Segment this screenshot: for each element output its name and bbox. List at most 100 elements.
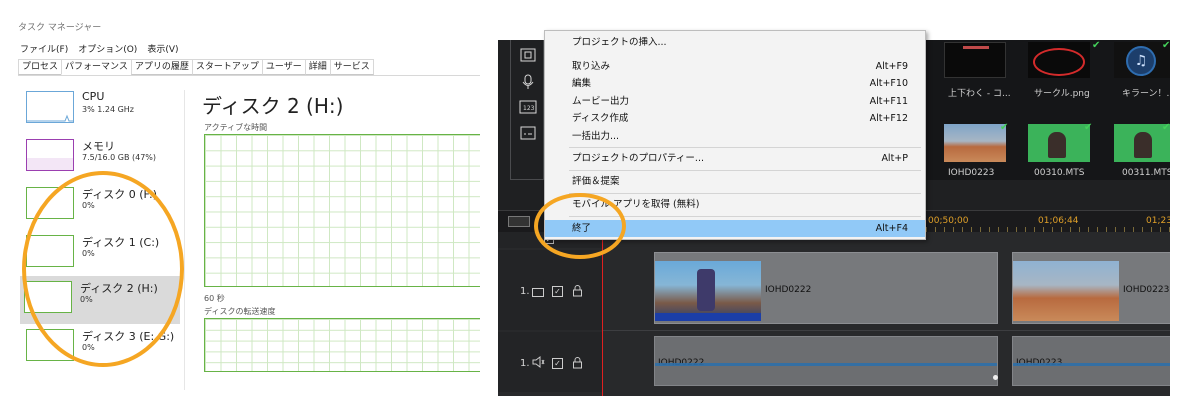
media-label: 00311.MTS: [1122, 168, 1170, 178]
media-library: 上下わく - コ... ✔ サークル.png ♫ ✔ キラーン！.mp3 ✔ I…: [926, 40, 1170, 180]
media-thumb[interactable]: [1028, 42, 1090, 78]
perf-item-label: CPU: [82, 90, 105, 103]
menu-item-batch-output[interactable]: 一括出力...: [545, 128, 925, 145]
perf-item-disk-1[interactable]: ディスク 1 (C:) 0%: [22, 230, 180, 278]
media-label: キラーン！.mp3: [1122, 89, 1170, 99]
menu-item-edit[interactable]: 編集 Alt+F10: [545, 75, 925, 92]
disk-mini-graph: [24, 281, 72, 313]
menu-separator: [569, 193, 921, 194]
video-clip[interactable]: IOHD0223: [1012, 252, 1170, 324]
tab-processes[interactable]: プロセス: [18, 59, 63, 75]
ruler-timecode: 00;50;00: [928, 216, 969, 226]
check-icon: ✔: [1084, 122, 1093, 133]
check-icon: ✔: [1092, 40, 1101, 51]
chapter-icon[interactable]: 123: [518, 100, 538, 116]
media-label: 00310.MTS: [1034, 168, 1085, 178]
audio-track-header: 1. ✓: [498, 332, 602, 392]
media-thumb[interactable]: [944, 42, 1006, 78]
menu-item-exit[interactable]: 終了 Alt+F4: [545, 220, 925, 237]
menu-separator: [569, 147, 921, 148]
perf-item-value: 7.5/16.0 GB (47%): [82, 153, 157, 162]
perf-item-disk-0[interactable]: ディスク 0 (F:) 0%: [22, 182, 180, 230]
media-thumb[interactable]: [1028, 124, 1090, 162]
panel-divider: [184, 90, 185, 390]
menu-item-movie-output[interactable]: ムービー出力 Alt+F11: [545, 93, 925, 110]
menu-item-get-mobile-app[interactable]: モバイル アプリを取得 (無料): [545, 196, 925, 213]
timeline-view-icon[interactable]: [508, 216, 530, 227]
tab-services[interactable]: サービス: [329, 59, 374, 75]
clip-name: IOHD0222: [765, 285, 812, 295]
perf-item-value: 0%: [80, 295, 93, 304]
menu-item-project-properties[interactable]: プロジェクトのプロパティー... Alt+P: [545, 150, 925, 167]
menu-view[interactable]: 表示(V): [147, 42, 178, 55]
keyframe-handle[interactable]: [993, 375, 998, 380]
svg-text:123: 123: [523, 105, 535, 112]
track-index: 1.: [520, 286, 530, 297]
menu-separator: [569, 170, 921, 171]
menu-bar: ファイル(F) オプション(O) 表示(V): [20, 42, 179, 55]
perf-item-label: ディスク 3 (E: G:): [82, 330, 175, 343]
menu-item-insert-project[interactable]: プロジェクトの挿入...: [545, 34, 925, 51]
microphone-icon[interactable]: [518, 74, 538, 90]
menu-item-rate-suggest[interactable]: 評価＆提案: [545, 173, 925, 190]
perf-item-memory[interactable]: メモリ 7.5/16.0 GB (47%): [22, 134, 180, 182]
tab-users[interactable]: ユーザー: [261, 59, 306, 75]
media-label: IOHD0223: [948, 168, 995, 178]
track-index: 1.: [520, 358, 530, 369]
menu-separator: [569, 216, 921, 217]
perf-item-cpu[interactable]: CPU 3% 1.24 GHz: [22, 86, 180, 134]
menu-file[interactable]: ファイル(F): [20, 42, 68, 55]
check-icon: ✔: [1000, 122, 1009, 133]
disk-mini-graph: [26, 329, 74, 361]
tab-startup[interactable]: スタートアップ: [191, 59, 263, 75]
disk-mini-graph: [26, 235, 74, 267]
graph-time-span: 60 秒: [204, 294, 225, 303]
clip-thumbnail: [1013, 261, 1119, 321]
perf-item-disk-3[interactable]: ディスク 3 (E: G:) 0%: [22, 324, 180, 372]
tab-divider: [18, 75, 480, 76]
page-title: ディスク 2 (H:): [202, 94, 344, 118]
memory-mini-graph: [26, 139, 74, 171]
video-track-header: 1. ✓: [498, 250, 602, 330]
transfer-rate-graph: [204, 318, 480, 372]
tool-panel: 123: [510, 40, 544, 180]
subtitle-icon[interactable]: [518, 126, 538, 142]
speaker-icon: [532, 356, 545, 371]
active-time-graph: [204, 134, 480, 287]
media-label: サークル.png: [1034, 89, 1090, 99]
media-thumb[interactable]: [944, 124, 1006, 162]
perf-item-label: ディスク 1 (C:): [82, 236, 160, 249]
audio-volume-line: [655, 363, 997, 366]
audio-volume-line: [1013, 363, 1170, 366]
track-divider: [602, 330, 1170, 331]
menu-item-capture[interactable]: 取り込み Alt+F9: [545, 58, 925, 75]
tab-app-history[interactable]: アプリの履歴: [130, 59, 193, 75]
checkbox-icon[interactable]: ✓: [552, 286, 563, 297]
window-title: タスク マネージャー: [18, 23, 102, 33]
music-note-icon: ♫: [1126, 46, 1156, 76]
clip-name: IOHD0223: [1123, 285, 1170, 295]
lock-icon[interactable]: [572, 356, 583, 372]
audio-clip[interactable]: IOHD0223: [1012, 336, 1170, 386]
video-clip[interactable]: IOHD0222: [654, 252, 998, 324]
menu-item-create-disc[interactable]: ディスク作成 Alt+F12: [545, 110, 925, 127]
tab-performance[interactable]: パフォーマンス: [61, 59, 132, 75]
disk-mini-graph: [26, 187, 74, 219]
perf-item-value: 0%: [82, 249, 95, 258]
menu-options[interactable]: オプション(O): [78, 42, 137, 55]
audio-clip[interactable]: IOHD0222: [654, 336, 998, 386]
context-menu: プロジェクトの挿入... 取り込み Alt+F9 編集 Alt+F10 ムービー出力…: [544, 30, 926, 240]
checkbox-icon[interactable]: ✓: [552, 358, 563, 369]
layers-icon[interactable]: [518, 48, 538, 64]
perf-item-label: メモリ: [82, 140, 115, 153]
video-track-icon: [532, 288, 544, 297]
lock-icon[interactable]: [572, 284, 583, 300]
graph-caption-active-time: アクティブな時間: [204, 123, 268, 132]
graph-caption-transfer-rate: ディスクの転送速度: [204, 307, 276, 316]
playhead[interactable]: [602, 232, 603, 396]
perf-item-value: 3% 1.24 GHz: [82, 105, 135, 114]
tab-details[interactable]: 詳細: [304, 59, 331, 75]
timeline-tracks: ✓ 1. ✓ 1. ✓ IOHD0222: [498, 232, 1170, 396]
perf-item-value: 0%: [82, 201, 95, 210]
perf-item-disk-2[interactable]: ディスク 2 (H:) 0%: [20, 276, 180, 324]
